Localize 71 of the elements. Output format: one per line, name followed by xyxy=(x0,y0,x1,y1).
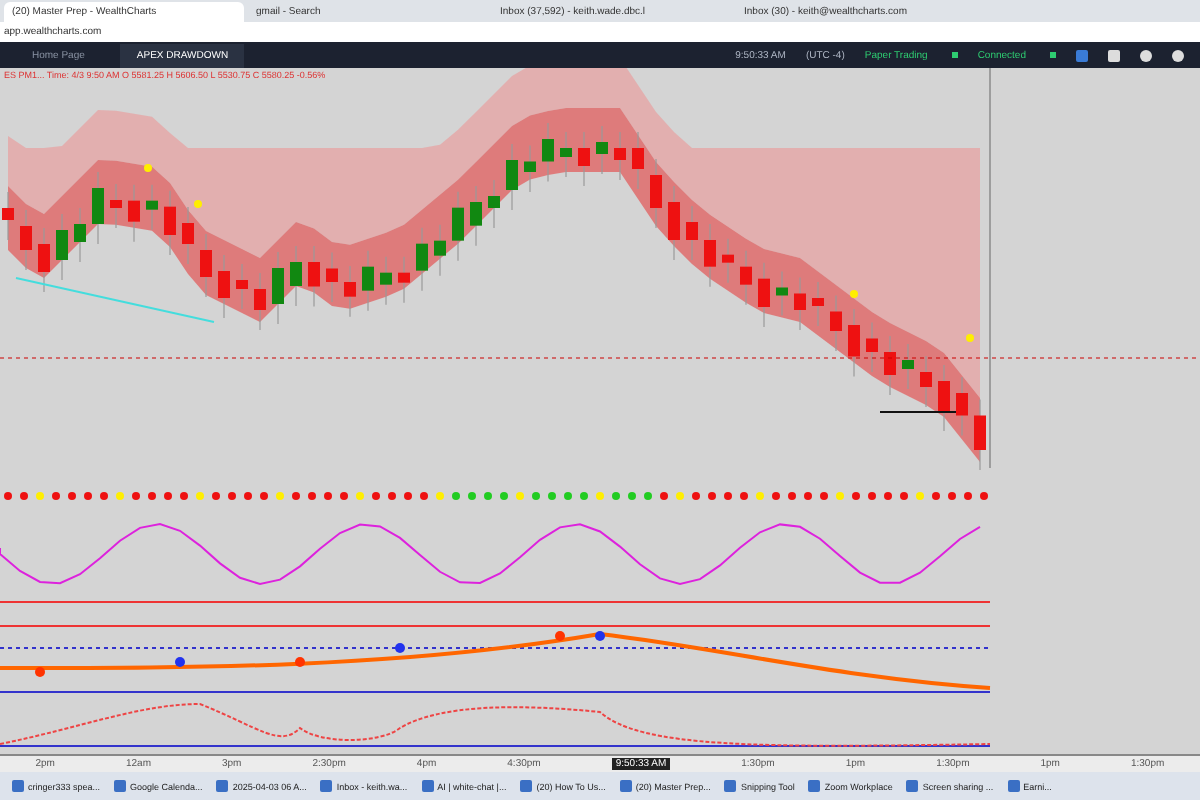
app-icon xyxy=(808,780,821,792)
candle xyxy=(884,335,896,396)
candle xyxy=(434,224,446,277)
candle xyxy=(740,250,752,306)
signal-dot xyxy=(850,290,858,298)
candle xyxy=(812,281,824,327)
candle xyxy=(380,256,392,306)
app-icon xyxy=(421,780,434,792)
candle xyxy=(344,265,356,318)
app-icon xyxy=(12,780,24,792)
signal-dot xyxy=(144,164,152,172)
candle xyxy=(758,262,770,328)
candle xyxy=(182,206,194,265)
candle xyxy=(902,343,914,390)
candle xyxy=(632,131,644,190)
candle xyxy=(614,131,626,181)
app-icon xyxy=(724,780,737,792)
candle xyxy=(776,270,788,317)
candle xyxy=(704,223,716,288)
trend-line xyxy=(879,411,957,413)
candle xyxy=(146,184,158,231)
candle xyxy=(218,254,230,319)
candle xyxy=(398,256,410,304)
app-icon xyxy=(1007,780,1020,792)
signal-dot xyxy=(194,200,202,208)
candle xyxy=(920,355,932,408)
candle xyxy=(452,191,464,262)
candle xyxy=(416,227,428,292)
candle xyxy=(524,144,536,193)
candle xyxy=(596,125,608,175)
candle xyxy=(272,251,284,325)
candle xyxy=(794,276,806,331)
candle xyxy=(866,321,878,373)
candle xyxy=(38,227,50,293)
candle xyxy=(92,171,104,245)
candle xyxy=(578,131,590,187)
candle xyxy=(362,250,374,312)
candle xyxy=(560,131,572,178)
candle xyxy=(830,294,842,352)
candle xyxy=(470,185,482,247)
candle xyxy=(956,376,968,437)
candle xyxy=(722,238,734,284)
app-icon xyxy=(216,780,229,792)
candle xyxy=(650,158,662,229)
candle xyxy=(668,185,680,261)
candle xyxy=(254,272,266,331)
candle xyxy=(74,207,86,263)
candle xyxy=(326,251,338,303)
candle xyxy=(488,179,500,229)
candle xyxy=(20,209,32,271)
candle xyxy=(938,364,950,432)
app-icon xyxy=(320,780,333,792)
candle xyxy=(308,245,320,308)
app-icon xyxy=(114,780,127,792)
candle xyxy=(110,183,122,229)
app-icon xyxy=(906,780,919,792)
candle xyxy=(128,184,140,243)
candle xyxy=(506,143,518,211)
candle xyxy=(200,233,212,298)
signal-dot xyxy=(966,334,974,342)
app-icon xyxy=(520,780,533,792)
candle xyxy=(56,213,68,281)
candle xyxy=(2,191,14,241)
app-icon xyxy=(619,780,632,792)
candle xyxy=(848,308,860,378)
candle xyxy=(974,398,986,471)
candle xyxy=(290,245,302,307)
candle xyxy=(164,190,176,256)
candle xyxy=(236,263,248,310)
candle xyxy=(686,205,698,261)
candle xyxy=(542,122,554,183)
